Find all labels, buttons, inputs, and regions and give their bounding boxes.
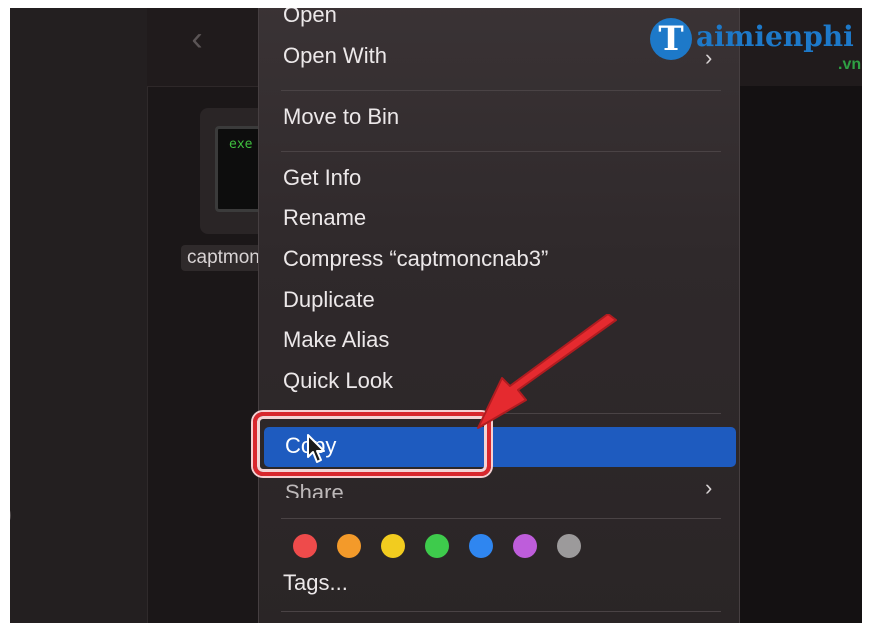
menu-item-get-info[interactable]: Get Info <box>283 163 361 193</box>
share-submenu-icon: › <box>705 475 713 500</box>
menu-item-quick-look[interactable]: Quick Look <box>283 366 393 396</box>
tag-blue-dot[interactable] <box>469 534 493 558</box>
finder-sidebar <box>10 8 148 623</box>
menu-item-make-alias[interactable]: Make Alias <box>283 325 389 355</box>
menu-item-compress[interactable]: Compress “captmoncnab3” <box>283 244 548 274</box>
menu-separator <box>281 611 721 612</box>
menu-separator <box>281 151 721 152</box>
mouse-pointer-icon <box>307 434 325 463</box>
file-icon-label: exe <box>229 137 253 152</box>
red-arrow-icon <box>477 314 617 429</box>
menu-item-duplicate[interactable]: Duplicate <box>283 285 375 315</box>
menu-separator <box>281 90 721 91</box>
edge-fragment: ) <box>10 504 12 525</box>
menu-item-share[interactable]: Share <box>285 478 344 499</box>
finder-background-right <box>738 86 862 623</box>
copy-highlight-box <box>253 412 491 476</box>
tag-green-dot[interactable] <box>425 534 449 558</box>
menu-item-tags[interactable]: Tags... <box>283 568 348 598</box>
back-chevron-icon[interactable]: ‹ <box>182 22 212 56</box>
menu-item-move-to-bin[interactable]: Move to Bin <box>283 102 399 132</box>
menu-item-rename[interactable]: Rename <box>283 203 366 233</box>
menu-separator <box>281 518 721 519</box>
tag-red-dot[interactable] <box>293 534 317 558</box>
file-name-label[interactable]: captmoncnab3 <box>181 245 267 271</box>
logo-badge: T <box>650 18 692 60</box>
tag-yellow-dot[interactable] <box>381 534 405 558</box>
menu-item-open[interactable]: Open <box>283 8 337 30</box>
tag-orange-dot[interactable] <box>337 534 361 558</box>
menu-item-open-with[interactable]: Open With <box>283 41 387 71</box>
tag-gray-dot[interactable] <box>557 534 581 558</box>
taimienphi-logo: T aimienphi .vn <box>650 16 862 76</box>
logo-text: aimienphi <box>696 20 854 53</box>
logo-suffix: .vn <box>838 56 862 73</box>
tag-purple-dot[interactable] <box>513 534 537 558</box>
finder-window: ‹ exe captmoncnab3 ) Open Open With › Mo… <box>10 8 862 623</box>
